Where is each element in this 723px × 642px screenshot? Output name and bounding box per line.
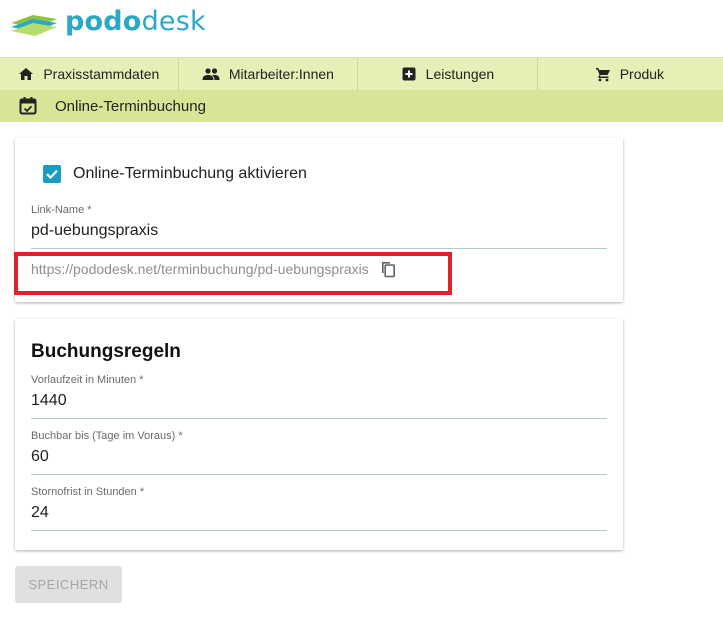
lead-time-label: Vorlaufzeit in Minuten * [31,374,144,386]
pododesk-logo[interactable]: pododesk [9,6,206,38]
calendar-check-icon [18,96,38,116]
cancellation-period-field[interactable]: Stornofrist in Stunden * 24 [31,486,607,531]
save-button[interactable]: SPEICHERN [15,566,122,603]
booking-rules-card: Buchungsregeln Vorlaufzeit in Minuten * … [15,319,623,550]
lead-time-input[interactable]: 1440 [31,392,607,412]
lead-time-field[interactable]: Vorlaufzeit in Minuten * 1440 [31,374,607,419]
link-name-underline [31,248,607,249]
nav-item-label: Produk [619,66,665,82]
logo-part-podo: podo [65,6,142,37]
activate-booking-label: Online-Terminbuchung aktivieren [73,165,307,182]
nav-item-mitarbeiter[interactable]: Mitarbeiter:Innen [179,58,359,90]
lead-time-underline [31,418,607,419]
main-nav: Praxisstammdaten Mitarbeiter:Innen Leist… [0,57,723,90]
cancellation-period-underline [31,530,607,531]
nav-item-label: Leistungen [425,66,495,82]
logo-icon [11,15,57,36]
nav-item-leistungen[interactable]: Leistungen [358,58,538,90]
cancellation-period-input[interactable]: 24 [31,504,607,524]
online-booking-card: Online-Terminbuchung aktivieren Link-Nam… [14,138,623,302]
url-highlight-box [14,252,452,295]
subnav-title: Online-Terminbuchung [55,97,206,115]
bookable-until-label: Buchbar bis (Tage im Voraus) * [31,430,183,442]
logo-wordmark: pododesk [65,6,206,38]
nav-item-produkte[interactable]: Produk [538,58,723,90]
nav-item-praxisstammdaten[interactable]: Praxisstammdaten [0,58,179,90]
link-name-field[interactable]: Link-Name * pd-uebungspraxis [31,204,607,249]
cancellation-period-label: Stornofrist in Stunden * [31,486,145,498]
add-box-icon [401,66,417,82]
bookable-until-input[interactable]: 60 [31,448,607,468]
logo-part-desk: desk [141,6,206,37]
link-name-input[interactable]: pd-uebungspraxis [31,222,607,242]
nav-item-label: Mitarbeiter:Innen [228,66,334,82]
link-name-label: Link-Name * [31,204,92,216]
booking-rules-title: Buchungsregeln [31,341,181,362]
bookable-until-underline [31,474,607,475]
activate-booking-row[interactable]: Online-Terminbuchung aktivieren [43,165,307,183]
nav-item-label: Praxisstammdaten [43,66,160,82]
check-icon [46,169,58,180]
home-icon [18,66,34,82]
cart-icon [595,66,611,82]
activate-booking-checkbox[interactable] [43,165,61,183]
bookable-until-field[interactable]: Buchbar bis (Tage im Voraus) * 60 [31,430,607,475]
subnav-bar: Online-Terminbuchung [0,90,723,122]
people-icon [202,66,220,82]
app-header: pododesk [0,0,723,57]
